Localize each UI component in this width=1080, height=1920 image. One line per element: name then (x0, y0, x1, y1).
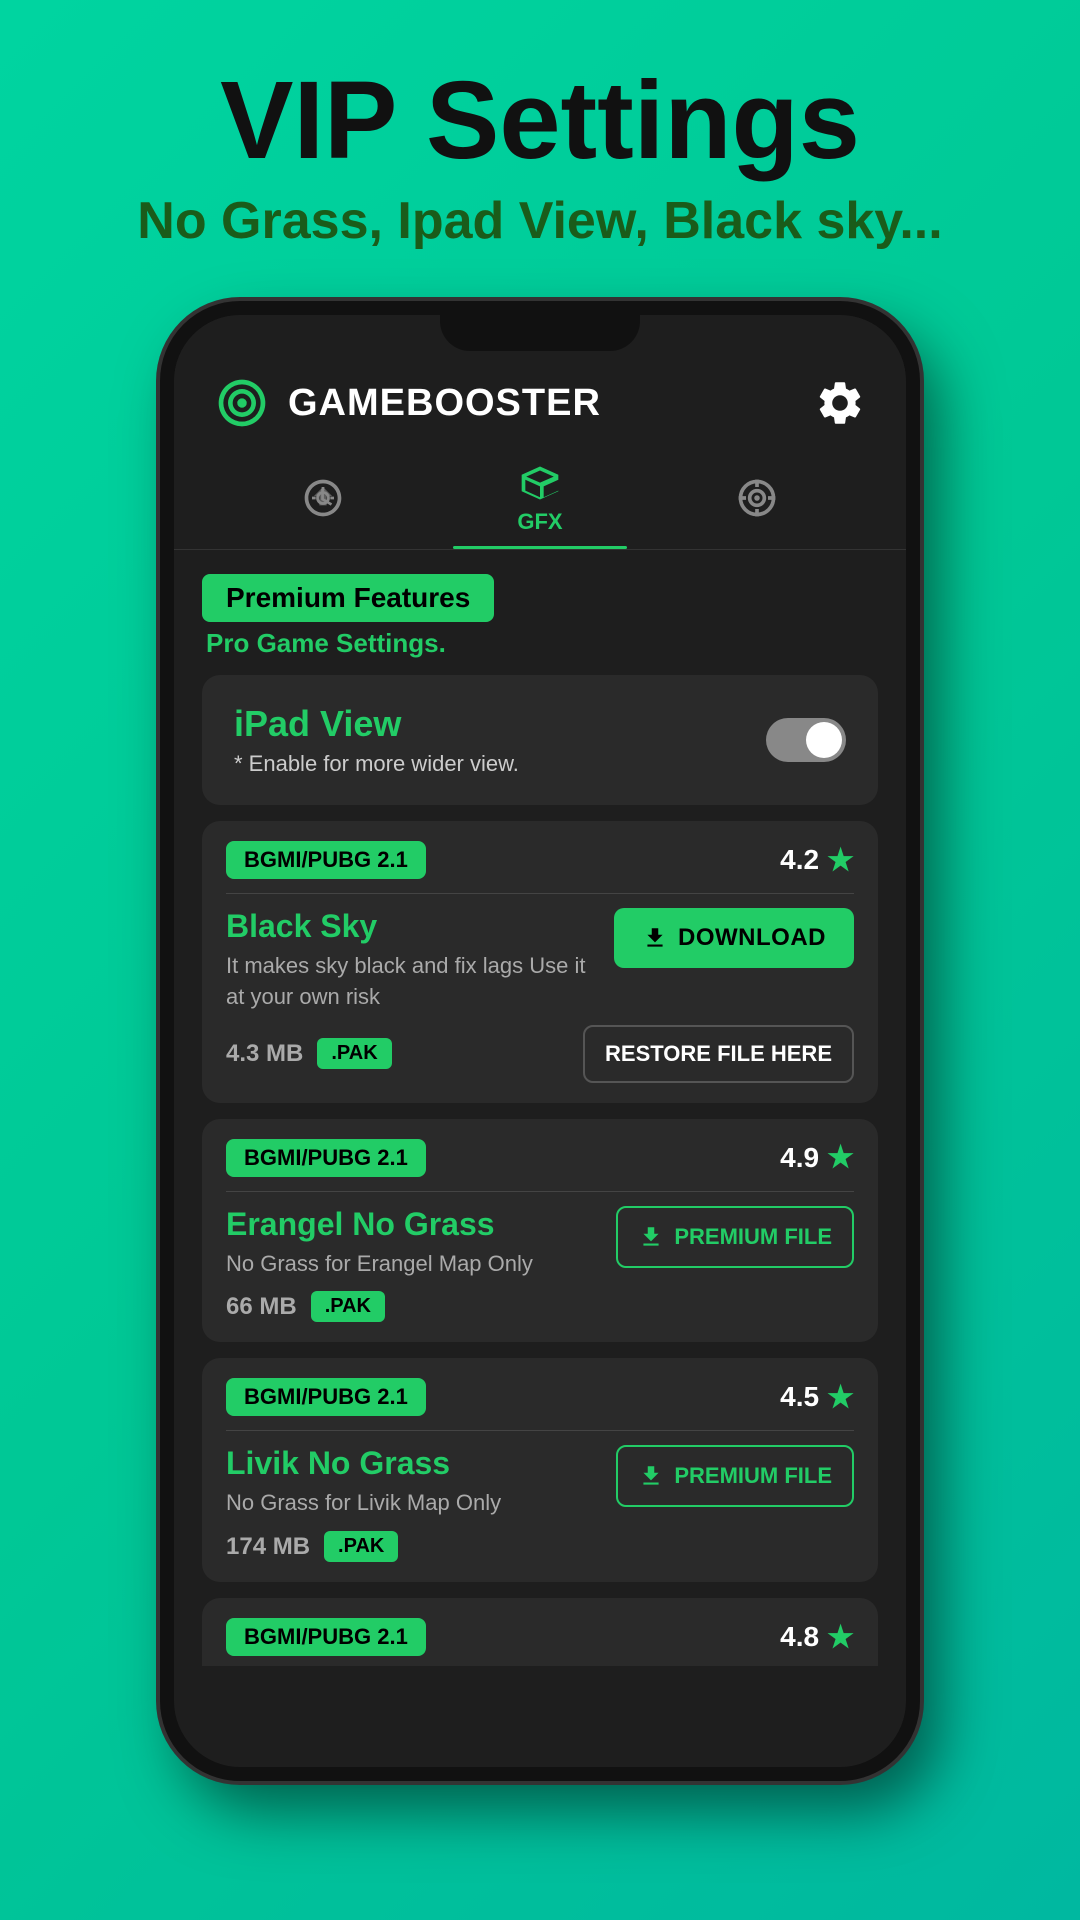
premium-subtitle: Pro Game Settings. (202, 628, 878, 659)
ipad-card-desc: * Enable for more wider view. (234, 751, 519, 777)
file-card-header-3: BGMI/PUBG 2.1 4.5 ★ (226, 1378, 854, 1416)
tab-bar: GFX (174, 451, 906, 550)
speedometer-icon (301, 476, 345, 520)
gfx-icon (518, 461, 562, 505)
version-badge-2: BGMI/PUBG 2.1 (226, 1139, 426, 1177)
file-card-body-1: Black Sky It makes sky black and fix lag… (226, 908, 854, 1013)
file-name-1: Black Sky (226, 908, 598, 945)
file-card-erangel: BGMI/PUBG 2.1 4.9 ★ Erangel No Grass No … (202, 1119, 878, 1343)
file-card-body-3: Livik No Grass No Grass for Livik Map On… (226, 1445, 854, 1519)
ipad-card-info: iPad View * Enable for more wider view. (234, 703, 519, 777)
phone-frame: GAMEBOOSTER (160, 301, 920, 1781)
tab-speed[interactable] (214, 476, 431, 534)
download-icon-2 (638, 1224, 664, 1250)
version-badge-4: BGMI/PUBG 2.1 (226, 1618, 426, 1656)
tab-aim[interactable] (649, 476, 866, 534)
file-card-header-4: BGMI/PUBG 2.1 4.8 ★ (226, 1618, 854, 1656)
premium-button-2[interactable]: PREMIUM FILE (616, 1445, 854, 1507)
file-card-black-sky: BGMI/PUBG 2.1 4.2 ★ Black Sky It makes s… (202, 821, 878, 1103)
file-size-ext-1: 4.3 MB .PAK (226, 1038, 392, 1069)
file-info-3: Livik No Grass No Grass for Livik Map On… (226, 1445, 501, 1519)
file-info-1: Black Sky It makes sky black and fix lag… (226, 908, 598, 1013)
rating-2: 4.9 ★ (780, 1140, 854, 1175)
download-icon-3 (638, 1463, 664, 1489)
file-name-2: Erangel No Grass (226, 1206, 533, 1243)
download-icon-1 (642, 925, 668, 951)
page-subtitle: No Grass, Ipad View, Black sky... (40, 191, 1040, 251)
file-name-3: Livik No Grass (226, 1445, 501, 1482)
star-icon-3: ★ (827, 1380, 854, 1415)
screen-content: Premium Features Pro Game Settings. iPad… (174, 550, 906, 1767)
file-ext-2: .PAK (311, 1291, 385, 1322)
star-icon-1: ★ (827, 843, 854, 878)
phone-notch (440, 315, 640, 351)
phone-screen: GAMEBOOSTER (174, 315, 906, 1767)
rating-4: 4.8 ★ (780, 1620, 854, 1655)
ipad-view-toggle[interactable] (766, 718, 846, 762)
file-footer-1: 4.3 MB .PAK RESTORE FILE HERE (226, 1025, 854, 1083)
page-title: VIP Settings (40, 60, 1040, 181)
ipad-card-title: iPad View (234, 703, 519, 745)
app-name: GAMEBOOSTER (288, 382, 601, 425)
file-desc-2: No Grass for Erangel Map Only (226, 1249, 533, 1280)
file-size-3: 174 MB (226, 1533, 310, 1561)
file-footer-3: 174 MB .PAK (226, 1531, 854, 1562)
premium-badge: Premium Features (202, 574, 494, 622)
rating-1: 4.2 ★ (780, 843, 854, 878)
divider-1 (226, 893, 854, 894)
premium-button-1[interactable]: PREMIUM FILE (616, 1206, 854, 1268)
app-bar-left: GAMEBOOSTER (214, 375, 601, 431)
tab-gfx[interactable]: GFX (431, 461, 648, 549)
file-size-2: 66 MB (226, 1293, 297, 1321)
download-button-1[interactable]: DOWNLOAD (614, 908, 854, 968)
partial-card-4: BGMI/PUBG 2.1 4.8 ★ (202, 1598, 878, 1666)
file-info-2: Erangel No Grass No Grass for Erangel Ma… (226, 1206, 533, 1280)
file-desc-3: No Grass for Livik Map Only (226, 1488, 501, 1519)
premium-header: Premium Features Pro Game Settings. (202, 574, 878, 659)
restore-button-1[interactable]: RESTORE FILE HERE (583, 1025, 854, 1083)
file-size-1: 4.3 MB (226, 1040, 303, 1068)
ipad-view-card: iPad View * Enable for more wider view. (202, 675, 878, 805)
settings-icon[interactable] (814, 377, 866, 429)
star-icon-2: ★ (827, 1140, 854, 1175)
app-logo-icon (214, 375, 270, 431)
divider-2 (226, 1191, 854, 1192)
file-card-header-2: BGMI/PUBG 2.1 4.9 ★ (226, 1139, 854, 1177)
file-footer-2: 66 MB .PAK (226, 1291, 854, 1322)
star-icon-4: ★ (827, 1620, 854, 1655)
file-ext-1: .PAK (317, 1038, 391, 1069)
tab-gfx-label: GFX (517, 509, 562, 535)
file-card-header-1: BGMI/PUBG 2.1 4.2 ★ (226, 841, 854, 879)
file-card-livik: BGMI/PUBG 2.1 4.5 ★ Livik No Grass No Gr… (202, 1358, 878, 1582)
phone-mockup: GAMEBOOSTER (160, 301, 920, 1781)
header-section: VIP Settings No Grass, Ipad View, Black … (0, 0, 1080, 281)
divider-3 (226, 1430, 854, 1431)
file-desc-1: It makes sky black and fix lags Use it a… (226, 951, 598, 1013)
file-card-body-2: Erangel No Grass No Grass for Erangel Ma… (226, 1206, 854, 1280)
file-ext-3: .PAK (324, 1531, 398, 1562)
crosshair-icon (735, 476, 779, 520)
version-badge-1: BGMI/PUBG 2.1 (226, 841, 426, 879)
version-badge-3: BGMI/PUBG 2.1 (226, 1378, 426, 1416)
rating-3: 4.5 ★ (780, 1380, 854, 1415)
